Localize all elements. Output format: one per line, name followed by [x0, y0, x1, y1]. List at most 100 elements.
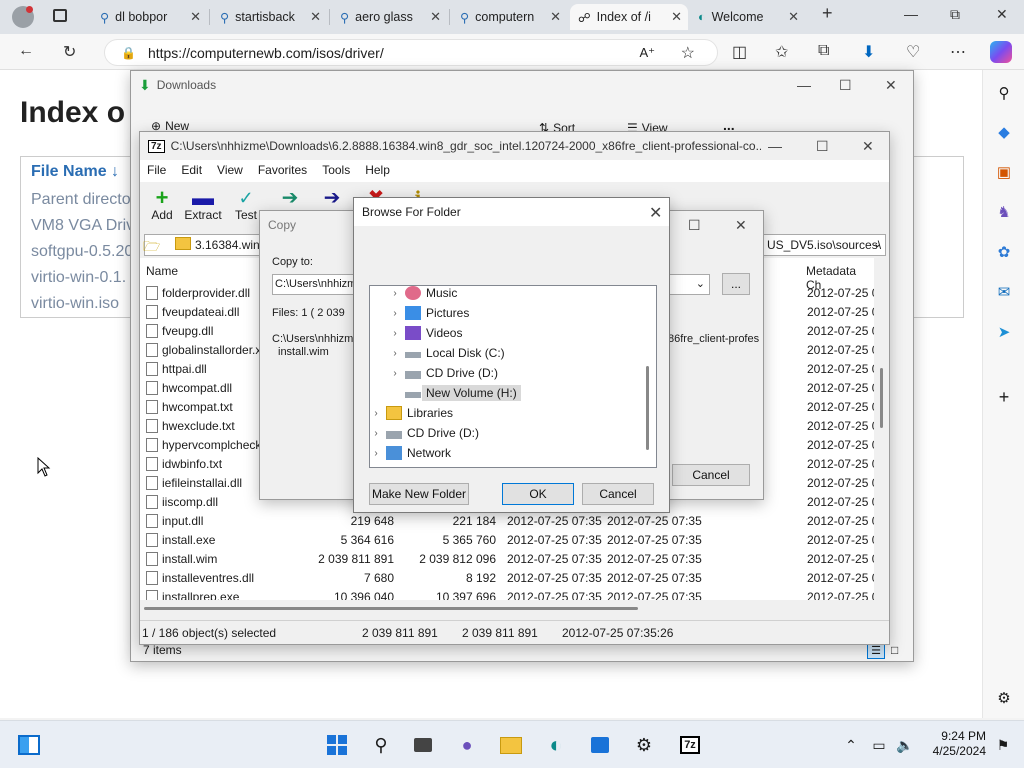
file-link[interactable]: VM8 VGA Driv — [31, 217, 134, 235]
tools-icon[interactable]: ▣ — [993, 161, 1015, 183]
add-sidebar-icon[interactable]: + — [993, 386, 1015, 408]
copy-button[interactable]: ➔ — [268, 188, 312, 208]
tree-node[interactable]: › Pictures — [389, 303, 469, 323]
close-icon[interactable]: ✕ — [788, 9, 799, 25]
games-icon[interactable]: ♞ — [993, 201, 1015, 223]
close-icon[interactable]: ✕ — [885, 77, 897, 94]
maximize-icon[interactable]: ☐ — [839, 77, 852, 94]
new-tab-icon[interactable]: + — [822, 3, 833, 24]
read-aloud-icon[interactable]: A⁺ — [639, 45, 655, 61]
browse-button[interactable]: ... — [722, 273, 750, 295]
system-clock[interactable]: 9:24 PM 4/25/2024 — [920, 729, 986, 759]
notification-icon[interactable]: ⚑ — [990, 732, 1016, 758]
store-icon[interactable] — [587, 732, 613, 758]
restore-icon[interactable]: ⧉ — [950, 6, 960, 23]
menu-help[interactable]: Help — [358, 160, 398, 182]
minimize-icon[interactable]: — — [768, 138, 782, 154]
tree-node[interactable]: › Libraries — [370, 403, 453, 423]
tree-scrollbar[interactable] — [646, 366, 649, 450]
tree-node[interactable]: New Volume (H:) — [389, 383, 521, 403]
file-link[interactable]: softgpu-0.5.20 — [31, 243, 133, 261]
tab-4-active[interactable]: ☍ Index of /i ✕ — [570, 4, 688, 30]
expand-chevron-icon[interactable]: › — [389, 288, 401, 299]
close-icon[interactable]: ✕ — [430, 9, 441, 25]
menu-tools[interactable]: Tools — [315, 160, 358, 182]
maximize-icon[interactable]: ☐ — [816, 138, 829, 155]
volume-icon[interactable]: 🔈 — [892, 732, 918, 758]
tree-node[interactable]: › Network — [370, 443, 451, 463]
downloads-icon[interactable]: ⬇ — [862, 42, 875, 62]
start-icon[interactable] — [324, 732, 350, 758]
search-icon[interactable]: ⚲ — [993, 82, 1015, 104]
move-button[interactable]: ➔ — [310, 188, 354, 208]
more-icon[interactable]: ⋯ — [950, 42, 966, 62]
maximize-icon[interactable]: ☐ — [688, 217, 701, 234]
tab-actions-icon[interactable] — [53, 9, 67, 22]
file-row[interactable]: installeventres.dll 7 680 8 192 2012-07-25 … — [140, 569, 874, 588]
chat-icon[interactable]: ● — [454, 732, 480, 758]
shopping-icon[interactable]: ◆ — [993, 121, 1015, 143]
close-icon[interactable]: ✕ — [862, 138, 874, 155]
file-row[interactable]: install.exe 5 364 616 5 365 760 2012-07-25 … — [140, 531, 874, 550]
tab-3[interactable]: ⚲ computern ✕ — [452, 4, 567, 30]
file-row[interactable]: input.dll 219 648 221 184 2012-07-25 07:35 2… — [140, 512, 874, 531]
tab-5[interactable]: ◐ Welcome ✕ — [690, 4, 805, 30]
menu-file[interactable]: File — [140, 160, 174, 182]
settings-icon[interactable]: ⚙ — [993, 687, 1015, 709]
column-name[interactable]: Name — [146, 264, 178, 278]
vertical-scrollbar[interactable] — [877, 258, 887, 600]
tree-node[interactable]: › Videos — [389, 323, 462, 343]
close-icon[interactable]: ✕ — [671, 9, 682, 25]
search-icon[interactable]: ⚲ — [368, 732, 394, 758]
profile-icon[interactable] — [12, 6, 34, 28]
minimize-icon[interactable]: — — [797, 77, 811, 93]
favorites-icon[interactable]: ✩ — [775, 42, 788, 62]
expand-chevron-icon[interactable]: › — [389, 308, 401, 319]
close-icon[interactable]: ✕ — [649, 203, 662, 223]
menu-view[interactable]: View — [210, 160, 251, 182]
url-field[interactable]: 🔒 https://computernewb.com/isos/driver/ … — [104, 39, 718, 66]
chevron-down-icon[interactable]: ⌄ — [696, 277, 705, 290]
split-screen-icon[interactable]: ◫ — [732, 42, 747, 62]
file-row[interactable]: install.wim 2 039 811 891 2 039 812 096 201… — [140, 550, 874, 569]
file-link[interactable]: virtio-win-0.1. — [31, 269, 126, 287]
widgets-icon[interactable] — [16, 732, 42, 758]
file-link[interactable]: Parent directo — [31, 191, 131, 209]
tab-2[interactable]: ⚲ aero glass ✕ — [332, 4, 447, 30]
tree-node[interactable]: › Local Disk (C:) — [389, 343, 504, 363]
expand-chevron-icon[interactable]: › — [389, 368, 401, 379]
refresh-icon[interactable]: ↻ — [63, 42, 76, 62]
tab-1[interactable]: ⚲ startisback ✕ — [212, 4, 327, 30]
horizontal-scrollbar[interactable] — [140, 604, 874, 612]
tree-node[interactable]: › Music — [389, 286, 457, 303]
7zip-taskbar-icon[interactable]: 7z — [675, 732, 705, 758]
tree-node[interactable]: › CD Drive (D:) — [389, 363, 498, 383]
favorite-icon[interactable]: ☆ — [681, 43, 695, 63]
chevron-down-icon[interactable]: ⌄ — [873, 237, 882, 250]
make-new-folder-button[interactable]: Make New Folder — [369, 483, 469, 505]
network-tray-icon[interactable]: ▭ — [866, 732, 892, 758]
close-icon[interactable]: ✕ — [310, 9, 321, 25]
microsoft365-icon[interactable]: ✿ — [993, 241, 1015, 263]
close-icon[interactable]: ✕ — [550, 9, 561, 25]
cancel-button[interactable]: Cancel — [672, 464, 750, 486]
back-icon[interactable]: ← — [18, 42, 34, 60]
expand-chevron-icon[interactable]: › — [370, 448, 382, 459]
expand-chevron-icon[interactable]: › — [370, 408, 382, 419]
minimize-icon[interactable]: — — [904, 6, 918, 22]
tray-chevron-icon[interactable]: ⌃ — [838, 732, 864, 758]
close-window-icon[interactable]: ✕ — [996, 6, 1008, 23]
file-explorer-icon[interactable] — [498, 732, 524, 758]
menu-edit[interactable]: Edit — [174, 160, 210, 182]
file-link[interactable]: virtio-win.iso — [31, 295, 119, 313]
extract-button[interactable]: ▬ Extract — [181, 187, 225, 223]
folder-up-icon[interactable]: 🗁 — [143, 236, 160, 260]
tiles-view-icon[interactable]: □ — [891, 643, 907, 659]
close-icon[interactable]: ✕ — [735, 217, 747, 234]
close-icon[interactable]: ✕ — [190, 9, 201, 25]
collections-icon[interactable]: ⧉ — [818, 42, 829, 60]
expand-chevron-icon[interactable]: › — [389, 348, 401, 359]
copilot-icon[interactable] — [990, 41, 1012, 63]
details-view-icon[interactable]: ☰ — [867, 643, 885, 659]
column-header-file-name[interactable]: File Name ↓ — [31, 163, 119, 181]
